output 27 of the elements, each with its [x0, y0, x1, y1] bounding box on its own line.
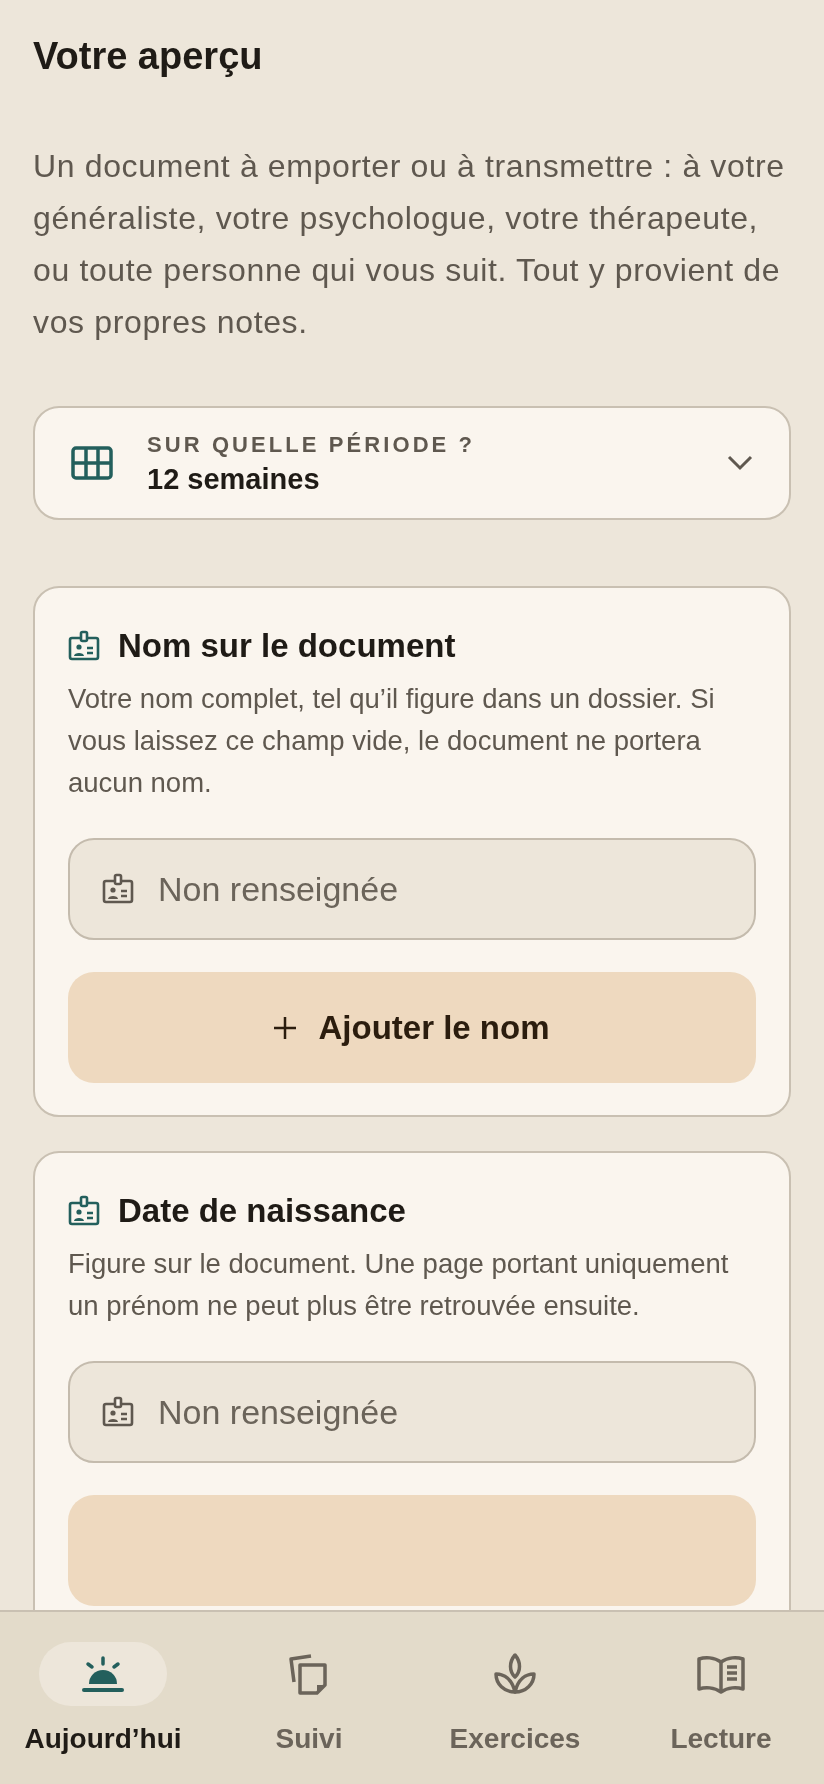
add-button[interactable]: Ajouter le nom	[68, 972, 756, 1083]
page-title: Votre aperçu	[33, 34, 264, 78]
lotus-icon	[492, 1652, 538, 1696]
card-heading: Date de naissance	[118, 1191, 406, 1231]
nav-tab[interactable]: Aujourd’hui	[0, 1642, 206, 1784]
id-badge-icon	[68, 1195, 100, 1227]
text-field[interactable]: Non renseignée	[68, 838, 756, 940]
text-field[interactable]: Non renseignée	[68, 1361, 756, 1463]
id-badge-icon	[68, 630, 100, 662]
nav-tab[interactable]: Lecture	[618, 1642, 824, 1784]
period-label: SUR QUELLE PÉRIODE ?	[147, 431, 477, 459]
sunrise-icon	[80, 1654, 126, 1694]
id-badge-icon	[102, 1396, 134, 1428]
intro-paragraph: Un document à emporter ou à transmettre : à votre généraliste, votre psychologue, votre thérapeute, ou toute personne qui vous suit. Tout y provient de vos propres notes.	[33, 147, 786, 342]
plus-icon	[274, 1016, 297, 1039]
card-description: Figure sur le document. Une page portant uniquement un prénom ne peut plus être retrouvée ensuite.	[68, 1247, 730, 1323]
add-button[interactable]	[68, 1495, 756, 1606]
card-heading: Nom sur le document	[118, 626, 456, 666]
period-dropdown[interactable]: SUR QUELLE PÉRIODE ? 12 semaines	[33, 406, 791, 520]
card-description: Votre nom complet, tel qu’il figure dans un dossier. Si vous laissez ce champ vide, le document ne portera aucun nom.	[68, 682, 716, 800]
open-book-icon	[696, 1654, 746, 1694]
grid-icon	[71, 446, 113, 480]
id-badge-icon	[102, 873, 134, 905]
nav-tab[interactable]: Exercices	[412, 1642, 618, 1784]
chevron-down-icon	[727, 455, 753, 471]
nav-tab[interactable]: Suivi	[206, 1642, 412, 1784]
period-value: 12 semaines	[147, 462, 321, 497]
